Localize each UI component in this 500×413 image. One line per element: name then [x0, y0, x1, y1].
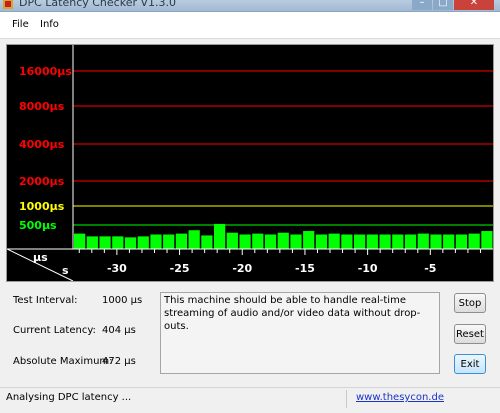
- latency-bar: [455, 234, 468, 249]
- latency-bar: [124, 237, 137, 249]
- exit-button[interactable]: Exit: [454, 354, 486, 374]
- y-tick-label: 1000µs: [19, 200, 65, 213]
- latency-bar: [277, 232, 289, 249]
- latency-bar: [290, 234, 302, 249]
- current-latency-label: Current Latency:: [13, 325, 96, 336]
- menu-file[interactable]: File: [12, 19, 29, 30]
- latency-bar: [150, 234, 162, 249]
- x-tick-label: -10: [358, 262, 378, 275]
- title-bar: DPC Latency Checker V1.3.0 – □ ✕: [0, 0, 500, 12]
- latency-bar: [468, 233, 480, 249]
- latency-bar: [239, 234, 251, 249]
- latency-bar: [417, 233, 429, 249]
- latency-bar: [226, 232, 238, 249]
- absolute-maximum-label: Absolute Maximum:: [13, 356, 113, 367]
- test-interval-label: Test Interval:: [13, 295, 78, 306]
- latency-bar: [112, 236, 124, 249]
- thesycon-link[interactable]: www.thesycon.de: [356, 392, 444, 403]
- latency-bar: [366, 234, 378, 249]
- latency-bar: [264, 234, 277, 249]
- latency-bar: [201, 235, 213, 249]
- latency-bar: [252, 233, 264, 249]
- latency-bar: [137, 236, 149, 249]
- latency-bar: [99, 236, 111, 249]
- absolute-maximum-value: 472 µs: [102, 356, 136, 367]
- stop-button[interactable]: Stop: [454, 293, 486, 313]
- x-tick-label: -30: [107, 262, 127, 275]
- latency-chart-frame: 16000µs 8000µs 4000µs 2000µs 1000µs 500µs µs s -…: [6, 44, 494, 282]
- menu-bar: File Info: [0, 12, 500, 39]
- test-interval-value: 1000 µs: [102, 295, 143, 306]
- latency-bar: [175, 233, 188, 249]
- latency-bar: [86, 236, 98, 249]
- latency-bar: [481, 231, 493, 249]
- y-tick-label: 2000µs: [19, 175, 65, 188]
- maximize-button[interactable]: □: [433, 0, 453, 10]
- corner-unit-us: µs: [33, 251, 48, 264]
- latency-bar: [404, 234, 417, 249]
- latency-bar: [341, 234, 353, 249]
- latency-bar: [430, 234, 442, 249]
- menu-info[interactable]: Info: [40, 19, 59, 30]
- current-latency-value: 404 µs: [102, 325, 136, 336]
- x-tick-label: -15: [295, 262, 315, 275]
- close-button[interactable]: ✕: [454, 0, 494, 10]
- latency-bar: [74, 233, 86, 249]
- x-tick-label: -5: [424, 262, 436, 275]
- app-icon: [3, 0, 13, 9]
- latency-bar: [379, 234, 391, 249]
- window-title: DPC Latency Checker V1.3.0: [19, 0, 177, 9]
- latency-bar: [392, 234, 404, 249]
- corner-unit-s: s: [62, 264, 69, 277]
- minimize-button[interactable]: –: [412, 0, 432, 10]
- y-tick-label: 500µs: [19, 219, 57, 232]
- latency-bar: [328, 233, 340, 249]
- latency-bar: [354, 234, 366, 249]
- latency-bar: [214, 223, 226, 249]
- x-tick-label: -20: [232, 262, 252, 275]
- y-tick-label: 8000µs: [19, 100, 65, 113]
- status-bar: Analysing DPC latency ... www.thesycon.d…: [0, 387, 500, 413]
- x-tick-label: -25: [170, 262, 190, 275]
- y-tick-label: 4000µs: [19, 138, 65, 151]
- latency-bar: [163, 234, 175, 249]
- latency-bar: [443, 234, 455, 249]
- latency-chart: 16000µs 8000µs 4000µs 2000µs 1000µs 500µs µs s -…: [7, 45, 493, 281]
- reset-button[interactable]: Reset: [454, 324, 486, 344]
- status-message-box: This machine should be able to handle re…: [160, 292, 440, 374]
- status-divider: [346, 390, 347, 408]
- y-tick-label: 16000µs: [19, 65, 72, 78]
- latency-bar: [315, 234, 328, 249]
- latency-bar: [188, 230, 200, 249]
- status-text: Analysing DPC latency ...: [6, 392, 132, 403]
- latency-bar: [303, 231, 315, 249]
